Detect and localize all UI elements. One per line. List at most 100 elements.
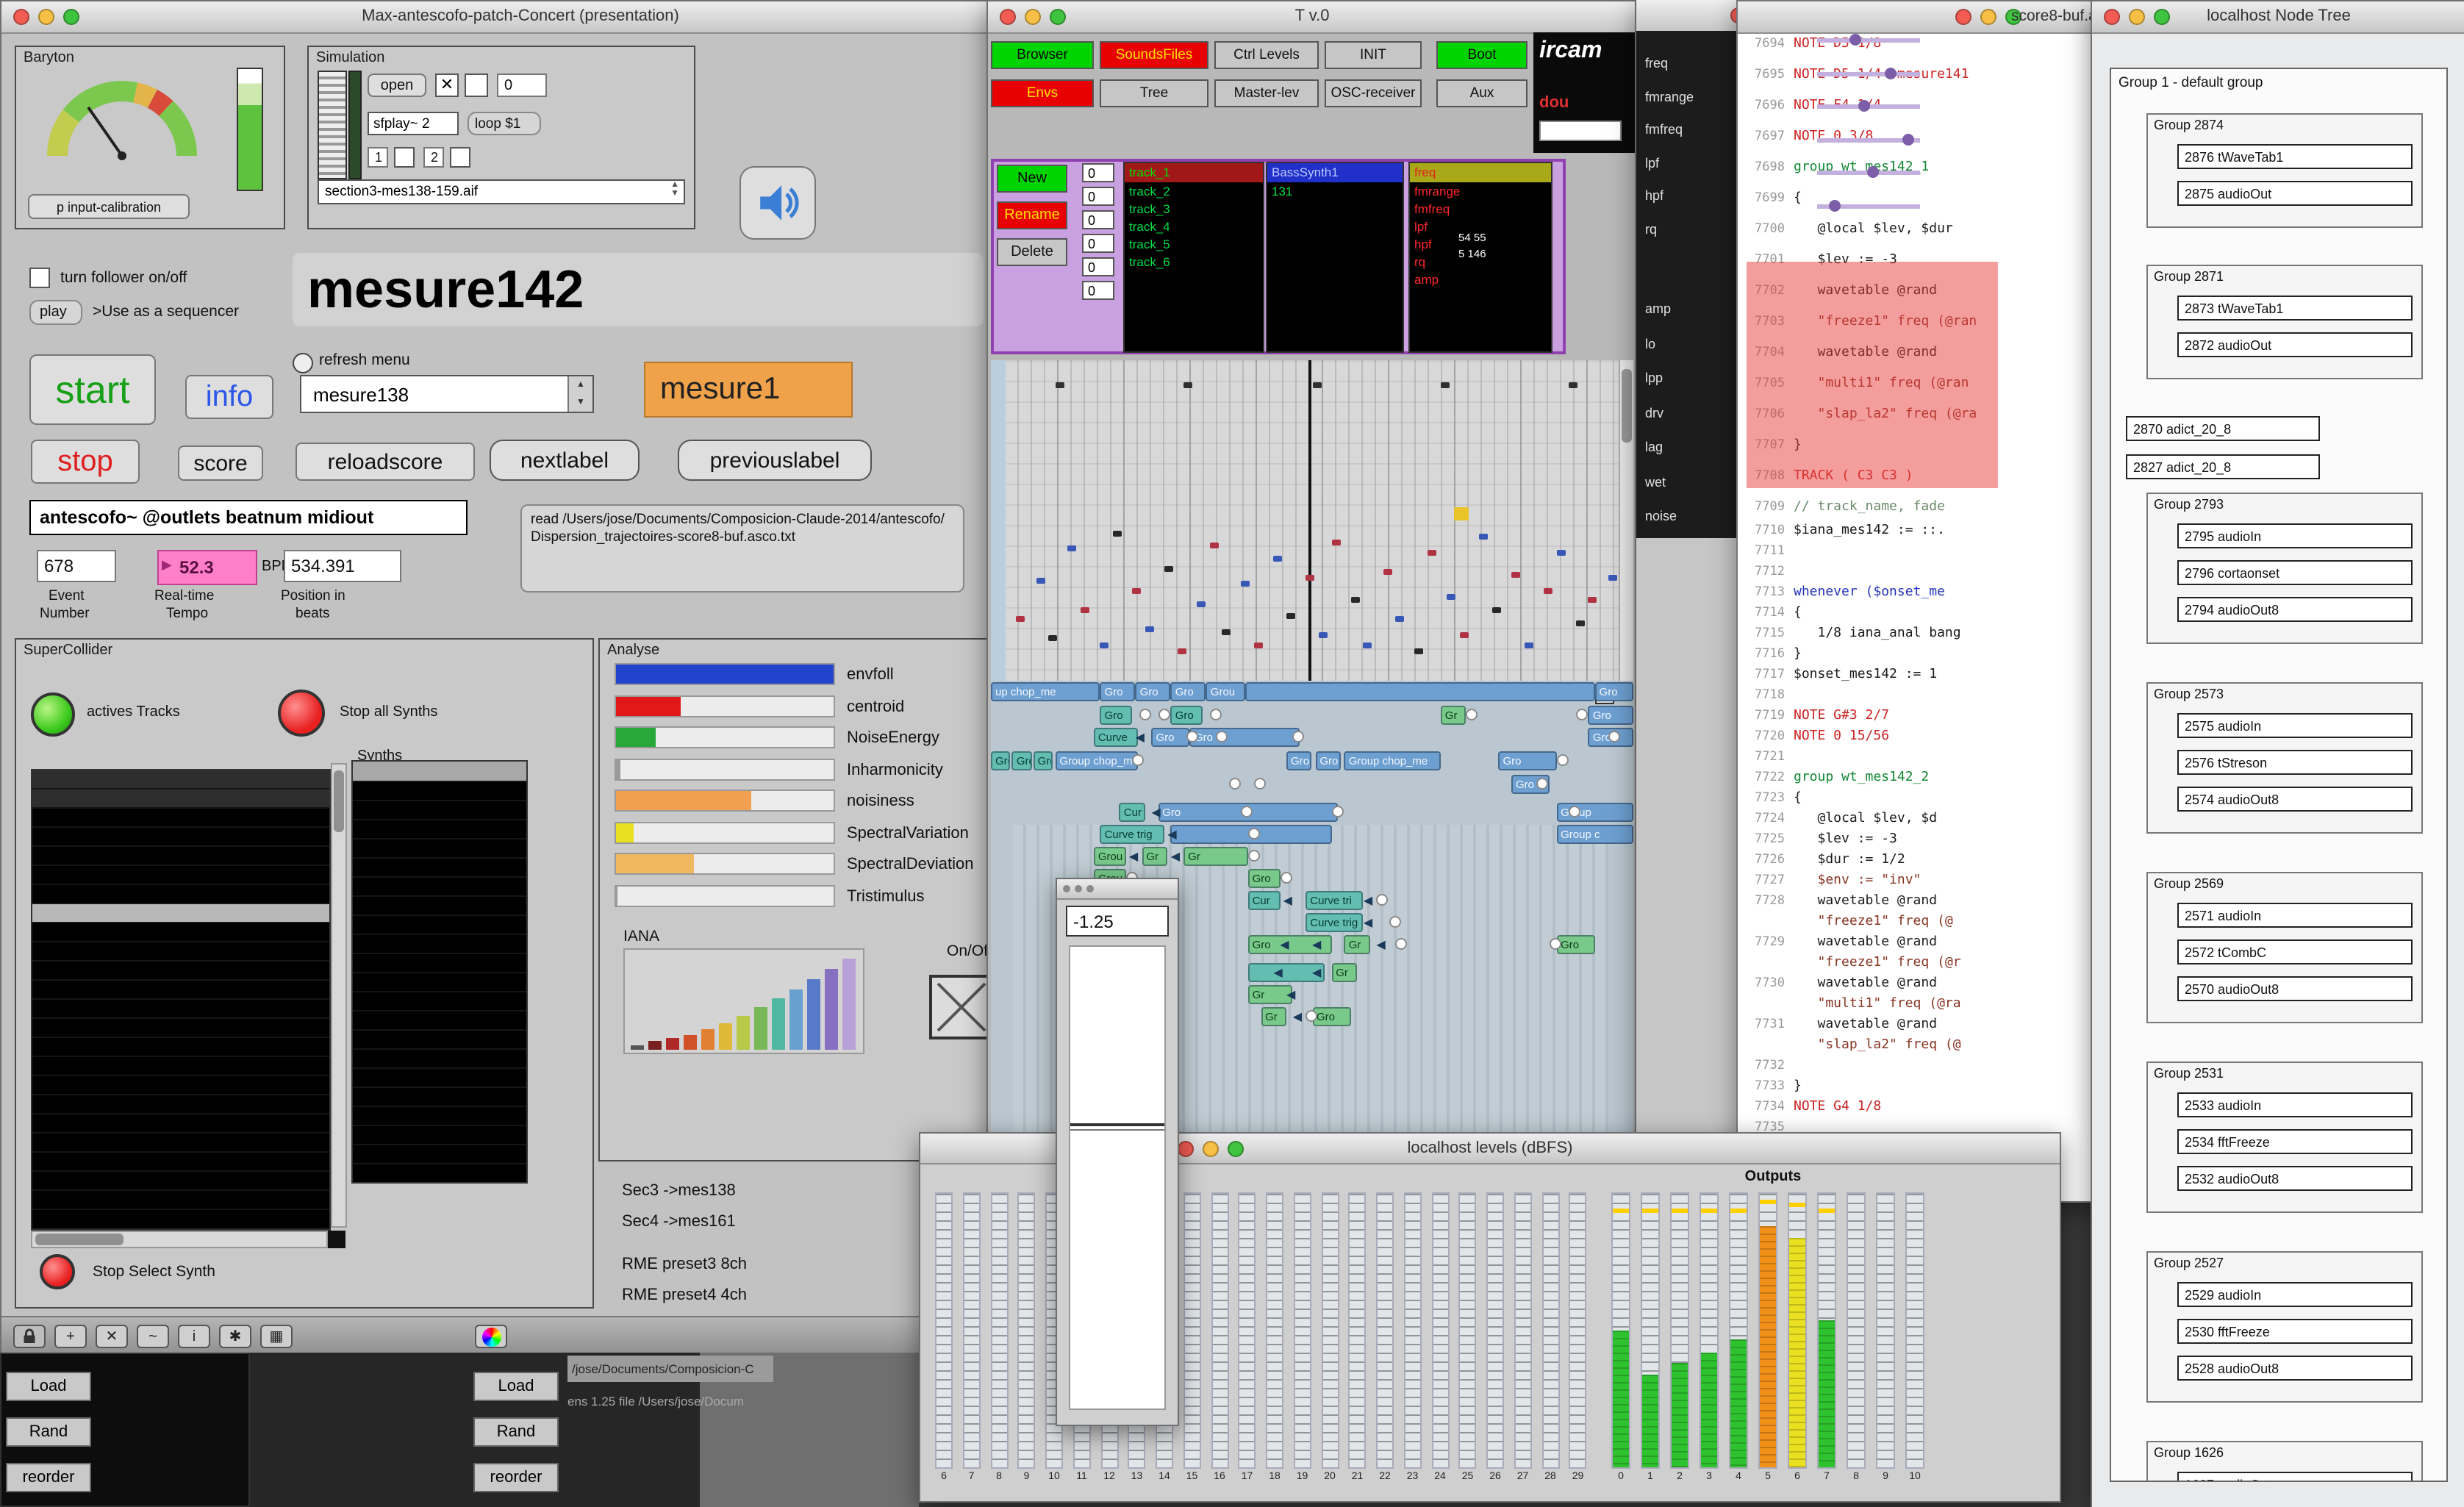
gain-slider[interactable] — [1069, 945, 1166, 1410]
timeline-clip-gro[interactable]: Gro — [1171, 706, 1203, 725]
onoff-toggle[interactable] — [929, 975, 994, 1039]
tree-group-group-2569[interactable]: Group 25692571 audioIn2572 tCombC2570 au… — [2146, 872, 2423, 1023]
gain-value-box[interactable]: -1.25 — [1066, 906, 1169, 937]
synth-track-row[interactable] — [32, 923, 329, 942]
measure-target-box[interactable]: mesure1 — [644, 362, 853, 418]
code-line[interactable]: 7699{ — [1738, 191, 2113, 222]
input-calibration-button[interactable]: p input-calibration — [28, 194, 190, 219]
timeline-node-handle[interactable] — [1228, 778, 1240, 790]
measure-dropdown[interactable]: mesure138 ▲▼ — [300, 375, 594, 413]
timeline-clip-gro[interactable]: Gro — [1100, 706, 1133, 725]
param-slider-lpf[interactable] — [1817, 137, 1920, 142]
list-item[interactable]: fmfreq — [1410, 200, 1551, 218]
tempo-box[interactable]: ▶ 52.3 BPM — [157, 550, 257, 585]
track-list[interactable]: track_1track_2track_3track_4track_5track… — [1123, 162, 1264, 353]
playhead[interactable] — [1308, 360, 1311, 681]
code-line[interactable]: 7710$iana_mes142 := ::. — [1738, 523, 2113, 544]
code-line[interactable]: 7713whenever ($onset_me — [1738, 585, 2113, 606]
timeline-node-handle[interactable] — [1139, 709, 1150, 720]
param-slider-dot[interactable] — [1858, 100, 1870, 112]
timeline-clip-gr[interactable]: Gr — [1344, 935, 1370, 954]
timeline-clip-cur[interactable]: Cur — [1248, 891, 1281, 910]
synth-row[interactable] — [353, 820, 526, 840]
timeline-node-handle[interactable] — [1132, 754, 1144, 766]
code-line[interactable]: 7697NOTE 0 3/8 — [1738, 129, 2113, 160]
track-count-box[interactable]: 0 — [1082, 257, 1114, 276]
synth-track-row[interactable] — [32, 962, 329, 981]
t-button-master-lev[interactable]: Master-lev — [1214, 79, 1319, 107]
sim-number-box[interactable]: 0 — [497, 74, 547, 97]
track-count-box[interactable]: 0 — [1082, 187, 1114, 206]
stop-select-synth-button[interactable] — [40, 1254, 75, 1289]
synth-track-row[interactable] — [32, 809, 329, 828]
timeline-clip-gro[interactable]: Gro — [1315, 751, 1341, 770]
play-message[interactable]: play — [29, 300, 82, 325]
code-line[interactable]: 7711 — [1738, 544, 2113, 565]
new-object-icon[interactable]: + — [54, 1325, 87, 1348]
tracks-vscrollbar[interactable] — [331, 763, 347, 1228]
timeline-trigger-icon[interactable]: ◀ — [1129, 848, 1138, 865]
synth-track-row[interactable] — [32, 866, 329, 885]
code-line[interactable]: 7727 $env := "inv" — [1738, 873, 2113, 894]
synth-track-row[interactable] — [32, 1191, 329, 1210]
info-icon[interactable]: i — [178, 1325, 210, 1348]
code-line[interactable]: 7721 — [1738, 750, 2113, 770]
list-item[interactable]: fmrange — [1410, 182, 1551, 200]
loop-message[interactable]: loop $1 — [468, 112, 541, 135]
lock-icon[interactable] — [13, 1325, 46, 1348]
list-item[interactable]: amp — [1410, 271, 1551, 288]
timeline-clip-gro[interactable]: Gro — [1312, 1007, 1350, 1026]
synth-row[interactable] — [353, 801, 526, 820]
synth-row[interactable] — [353, 954, 526, 973]
timeline-trigger-icon[interactable]: ◀ — [1312, 937, 1321, 953]
timeline-clip-curve-tri[interactable]: Curve tri — [1306, 891, 1364, 910]
load-button[interactable]: Load — [6, 1372, 91, 1401]
param-slider-fmrange[interactable] — [1817, 71, 1920, 76]
param-slider-rq[interactable] — [1817, 204, 1920, 208]
tree-node[interactable]: 2796 cortaonset — [2177, 560, 2413, 585]
code-line[interactable]: "slap_la2" freq (@ — [1738, 1038, 2113, 1059]
reorder-button[interactable]: reorder — [473, 1463, 559, 1492]
code-line[interactable]: "freeze1" freq (@ — [1738, 914, 2113, 935]
piano-roll[interactable] — [991, 360, 1633, 681]
code-line[interactable]: 7733} — [1738, 1079, 2113, 1100]
timeline-clip-gro[interactable]: Gro — [1034, 751, 1053, 770]
code-line[interactable]: 7712 — [1738, 565, 2113, 585]
tree-node[interactable]: 2873 tWaveTab1 — [2177, 296, 2413, 321]
tree-node[interactable]: 2794 audioOut8 — [2177, 597, 2413, 622]
timeline-trigger-icon[interactable]: ◀ — [1152, 804, 1161, 820]
param-slider-dot[interactable] — [1885, 67, 1897, 79]
t-button-browser[interactable]: Browser — [991, 41, 1094, 69]
tree-node[interactable]: 2571 audioIn — [2177, 903, 2413, 928]
grid-icon[interactable]: ▦ — [260, 1325, 293, 1348]
code-line[interactable]: 7732 — [1738, 1059, 2113, 1079]
synth-row[interactable] — [353, 1069, 526, 1088]
gain-slider-handle[interactable] — [1070, 1123, 1164, 1131]
code-line[interactable]: 7729 wavetable @rand — [1738, 935, 2113, 956]
synth-track-row[interactable] — [32, 1153, 329, 1172]
position-box[interactable]: 534.391 — [284, 550, 401, 582]
timeline-clip-cur[interactable]: Cur — [1120, 803, 1145, 822]
window-dot-icon[interactable] — [1086, 885, 1094, 892]
timeline-clip-gro[interactable]: Gro — [1286, 751, 1312, 770]
param-slider-hpf[interactable] — [1817, 171, 1920, 175]
code-lines[interactable]: 7710$iana_mes142 := ::.771177127713whene… — [1738, 523, 2113, 1161]
list-item[interactable]: track_2 — [1125, 182, 1263, 200]
param-slider-freq[interactable] — [1817, 38, 1920, 43]
code-line[interactable]: 7695NOTE D5 1/4 mesure141 — [1738, 68, 2113, 99]
timeline-clip-curve-trig[interactable]: Curve trig — [1306, 913, 1364, 932]
score-button[interactable]: score — [178, 445, 263, 481]
piano-roll-vscrollbar[interactable] — [1619, 360, 1633, 681]
timeline-clip-gr[interactable]: Gr — [1142, 847, 1167, 866]
t-button-init[interactable]: INIT — [1325, 41, 1422, 69]
event-number-box[interactable]: 678 — [37, 550, 116, 582]
synth-track-row[interactable] — [32, 1172, 329, 1191]
code-line[interactable]: 7730 wavetable @rand — [1738, 976, 2113, 997]
tree-node[interactable]: 2574 audioOut8 — [2177, 787, 2413, 812]
color-wheel-icon[interactable] — [475, 1325, 507, 1348]
synth-row[interactable] — [353, 992, 526, 1012]
code-line[interactable]: 7717$onset_mes142 := 1 — [1738, 667, 2113, 688]
synths-list[interactable] — [351, 760, 528, 1184]
code-line[interactable]: 7719NOTE G#3 2/7 — [1738, 709, 2113, 729]
code-line[interactable]: "freeze1" freq (@r — [1738, 956, 2113, 976]
